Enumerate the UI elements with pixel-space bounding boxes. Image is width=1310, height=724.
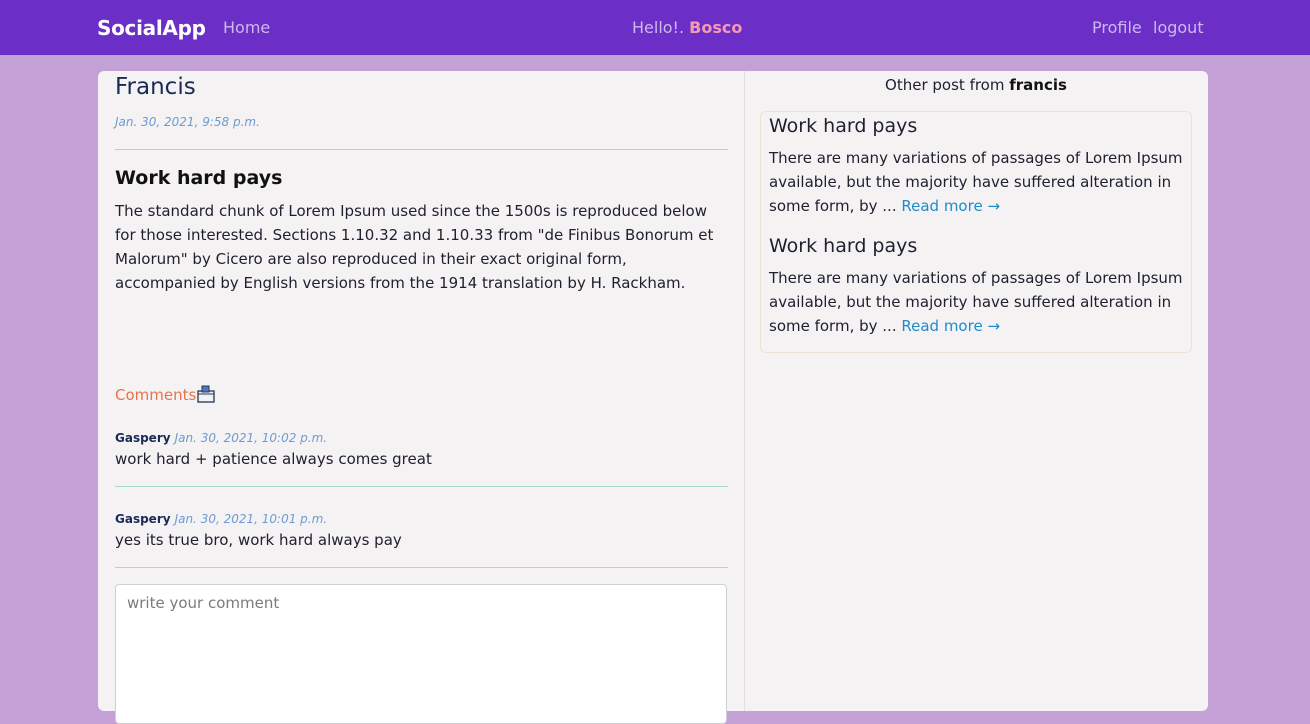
nav-home-link[interactable]: Home (223, 18, 270, 37)
comment-meta: Gaspery Jan. 30, 2021, 10:02 p.m. (115, 427, 327, 446)
comment-text: work hard + patience always comes great (115, 450, 432, 468)
greeting-prefix: Hello!. (632, 18, 690, 37)
comment-date: Jan. 30, 2021, 10:01 p.m. (174, 512, 328, 526)
read-more-link[interactable]: Read more → (901, 197, 1000, 215)
nav-profile-link[interactable]: Profile (1092, 18, 1142, 37)
comments-heading: Comments (115, 386, 197, 404)
other-posts-heading-user: francis (1009, 76, 1067, 94)
other-post-title[interactable]: Work hard pays (769, 235, 917, 257)
comment-meta: Gaspery Jan. 30, 2021, 10:01 p.m. (115, 508, 327, 527)
divider (115, 567, 728, 568)
greeting-username: Bosco (689, 18, 743, 37)
other-posts-heading-prefix: Other post from (885, 76, 1010, 94)
comment-input[interactable] (115, 584, 727, 724)
other-post-title[interactable]: Work hard pays (769, 115, 917, 137)
post-body: The standard chunk of Lorem Ipsum used s… (115, 202, 714, 292)
other-post-excerpt: There are many variations of passages of… (769, 146, 1187, 218)
post-detail: Francis Jan. 30, 2021, 9:58 p.m. Work ha… (98, 71, 745, 724)
other-posts-heading: Other post from francis (760, 76, 1192, 94)
top-navbar: SocialApp Home Hello!. Bosco Profile log… (0, 0, 1310, 55)
main-card: Francis Jan. 30, 2021, 9:58 p.m. Work ha… (98, 71, 1208, 724)
divider (115, 149, 728, 150)
read-more-link[interactable]: Read more → (901, 317, 1000, 335)
mailbox-icon (197, 385, 215, 403)
comment-author[interactable]: Gaspery (115, 431, 171, 445)
brand-logo-link[interactable]: SocialApp (97, 16, 206, 40)
greeting: Hello!. Bosco (632, 18, 742, 37)
other-posts-list: Work hard pays There are many variations… (760, 111, 1192, 353)
nav-logout-link[interactable]: logout (1153, 18, 1204, 37)
post-author[interactable]: Francis (115, 74, 196, 100)
post-title: Work hard pays (115, 167, 283, 189)
post-date: Jan. 30, 2021, 9:58 p.m. (115, 115, 260, 129)
comment-author[interactable]: Gaspery (115, 512, 171, 526)
comment-date: Jan. 30, 2021, 10:02 p.m. (174, 431, 328, 445)
comment-text: yes its true bro, work hard always pay (115, 531, 402, 549)
other-post-excerpt: There are many variations of passages of… (769, 266, 1187, 338)
divider (115, 486, 728, 487)
